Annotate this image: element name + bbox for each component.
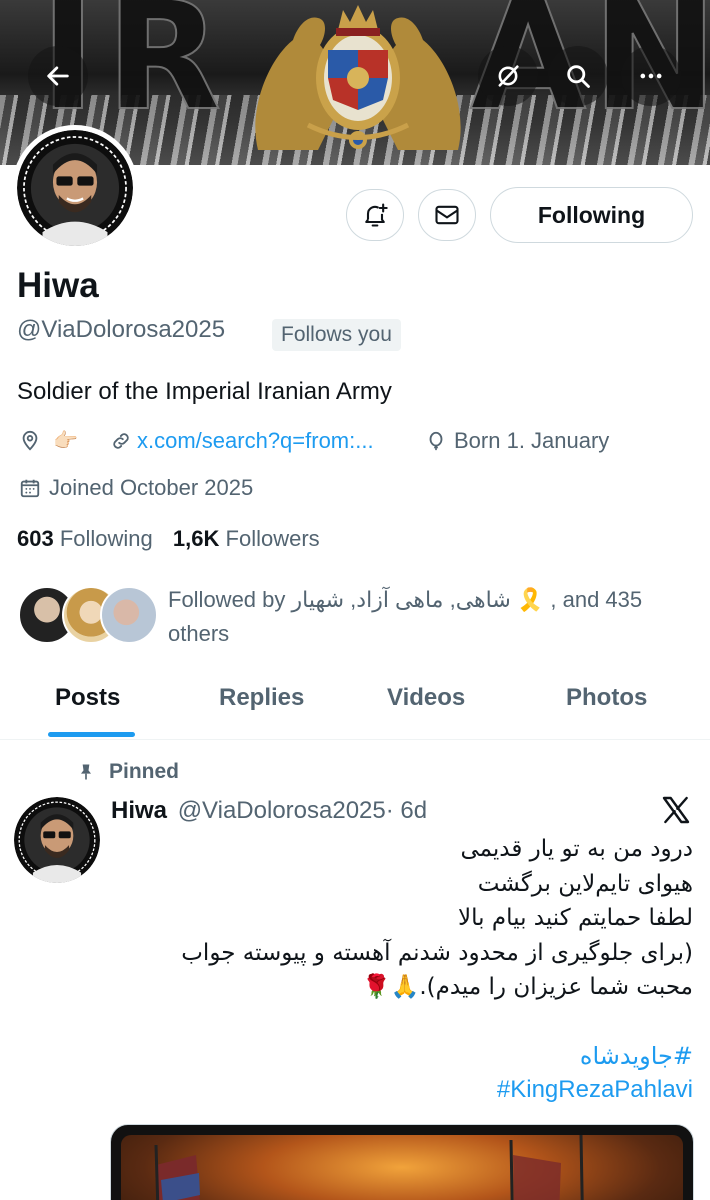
search-icon [567,65,590,88]
avatar-image [17,130,133,246]
followers-stat[interactable]: 1,6K Followers [173,526,320,551]
following-label: Following [59,526,153,551]
profile-bio: Soldier of the Imperial Iranian Army [17,378,392,405]
post-line-5: محبت شما عزیزان را میدم).🙏🌹 [362,974,693,1000]
website-item[interactable]: x.com/search?q=from:... [110,428,374,454]
website-link[interactable]: x.com/search?q=from:... [137,428,374,454]
location-pin-icon [22,430,38,451]
followed-by-line-2: others [168,621,230,646]
tab-videos[interactable]: Videos [387,684,465,712]
profile-avatar[interactable] [12,125,138,251]
message-button[interactable] [418,189,476,241]
following-button[interactable]: Following [490,187,693,243]
profile-name: Hiwa [17,266,99,305]
post-time[interactable]: · 6d [386,797,427,824]
follow-stats: 603 Following 1,6K Followers [17,526,320,552]
pinned-label: Pinned [76,760,179,784]
pin-icon [81,764,91,780]
post-body: درود من به تو یار قدیمی هیوای تایم‌لاین … [113,832,693,1005]
profile-tabs: Posts Replies Videos Photos [0,668,710,740]
post-author-avatar[interactable] [14,797,100,883]
link-icon [113,433,129,449]
post-line-1: درود من به تو یار قدیمی [460,836,693,862]
notifications-button[interactable] [346,189,404,241]
followed-by-avatars[interactable] [18,586,158,646]
balloon-icon [429,431,443,451]
birthday-text: Born 1. January [454,428,610,453]
location-text: 👉🏻 [53,430,78,452]
following-count: 603 [17,526,54,551]
grok-button[interactable] [478,46,538,106]
back-arrow-icon [47,66,69,86]
post-line-2: هیوای تایم‌لاین برگشت [477,870,693,897]
more-button[interactable] [621,46,681,106]
post-author-handle[interactable]: @ViaDolorosa2025 [178,797,386,824]
hashtag-javidshah[interactable]: #جاویدشاه [580,1042,693,1070]
following-stat[interactable]: 603 Following [17,526,153,551]
post-media-image[interactable] [110,1124,694,1200]
profile-handle: @ViaDolorosa2025 [17,316,226,343]
follower-avatar-3 [100,586,158,644]
followed-by-line-1: Followed by شاهی, ماهی آزاد, شهیار 🎗️ , … [168,587,643,612]
followers-label: Followers [225,526,320,551]
more-icon [640,73,662,79]
search-button[interactable] [548,46,608,106]
location-item: 👉🏻 [19,428,78,453]
pinned-text: Pinned [109,760,180,783]
post-line-3: لطفا حمایتم کنید بیام بالا [458,905,693,931]
joined-text: Joined October 2025 [49,475,254,500]
imperial-emblem-image [255,5,461,150]
grok-icon [498,65,519,87]
x-logo-icon [662,796,690,824]
followers-count: 1,6K [172,526,220,551]
calendar-icon [20,479,40,498]
tab-posts[interactable]: Posts [55,684,120,712]
tab-photos[interactable]: Photos [566,684,647,712]
post-line-4: (برای جلوگیری از محدود شدنم آهسته و پیوس… [181,939,693,966]
joined-item: Joined October 2025 [19,475,253,501]
mail-icon [435,205,459,225]
post-header: Hiwa @ViaDolorosa2025· 6d [111,797,427,825]
bell-plus-icon [365,203,388,227]
followed-by-text[interactable]: Followed by شاهی, ماهی آزاد, شهیار 🎗️ , … [168,583,688,651]
post-avatar-image [14,797,100,883]
media-flags-image [154,1134,584,1200]
birthday-item: Born 1. January [425,428,609,454]
active-tab-indicator [48,732,135,737]
post-author-name[interactable]: Hiwa [111,797,167,824]
hashtag-kingrezapahlavi[interactable]: #KingRezaPahlavi [497,1076,693,1104]
back-button[interactable] [28,46,88,106]
follows-you-badge: Follows you [272,319,401,351]
tab-replies[interactable]: Replies [219,684,304,712]
